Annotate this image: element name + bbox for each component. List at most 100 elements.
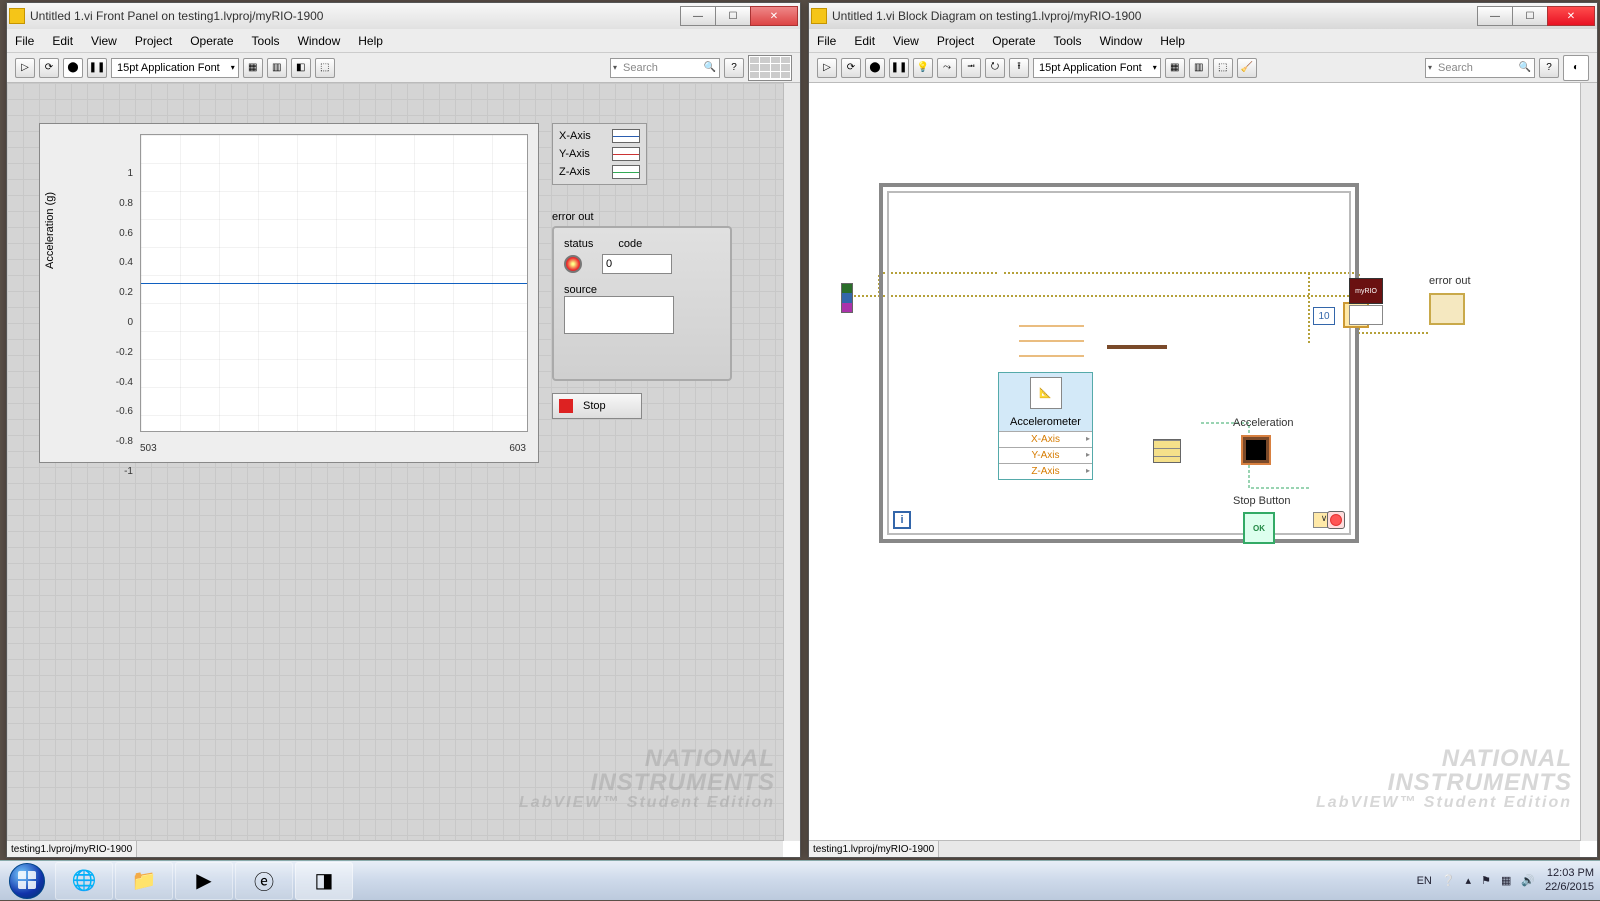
error-out-cluster[interactable]: status code source xyxy=(552,226,732,381)
retain-wire-button[interactable]: ⤳ xyxy=(937,58,957,78)
myrio-close-sub[interactable] xyxy=(1349,305,1383,325)
menu-help[interactable]: Help xyxy=(1160,34,1185,48)
loop-iteration-terminal[interactable]: i xyxy=(893,511,911,529)
font-selector[interactable]: 15pt Application Font xyxy=(111,58,239,78)
task-chrome[interactable]: 🌐 xyxy=(55,862,113,900)
waveform-chart[interactable]: Acceleration (g) 503 603 -1-0.8-0.6-0.4-… xyxy=(39,123,539,463)
block-toolbar[interactable]: ▷ ⟳ ⬤ ❚❚ 💡 ⤳ ⭲ ⭮ ⭱ 15pt Application Font… xyxy=(809,53,1597,83)
abort-button[interactable]: ⬤ xyxy=(63,58,83,78)
flag-tray-icon[interactable]: ⚑ xyxy=(1481,874,1491,887)
run-button[interactable]: ▷ xyxy=(817,58,837,78)
scrollbar-vertical[interactable] xyxy=(783,83,800,841)
align-button[interactable]: ▦ xyxy=(243,58,263,78)
while-loop[interactable]: 10 ⏱ 📐 Accelerometer X-Axis Y-Axis Z-Axi… xyxy=(879,183,1359,543)
minimize-button[interactable]: — xyxy=(1477,6,1513,26)
run-continuous-button[interactable]: ⟳ xyxy=(841,58,861,78)
block-scrollbar-h[interactable]: testing1.lvproj/myRIO-1900 xyxy=(809,840,1580,857)
front-toolbar[interactable]: ▷ ⟳ ⬤ ❚❚ 15pt Application Font ▦ ▥ ◧ ⬚ S… xyxy=(7,53,800,83)
step-out-button[interactable]: ⭱ xyxy=(1009,58,1029,78)
search-input[interactable]: Search xyxy=(610,58,720,78)
menu-file[interactable]: File xyxy=(817,34,836,48)
block-titlebar[interactable]: Untitled 1.vi Block Diagram on testing1.… xyxy=(809,3,1597,29)
close-button[interactable]: ✕ xyxy=(750,6,798,26)
menu-view[interactable]: View xyxy=(893,34,919,48)
error-out-terminal[interactable] xyxy=(1429,293,1465,325)
menu-tools[interactable]: Tools xyxy=(1054,34,1082,48)
scrollbar-vertical[interactable] xyxy=(1580,83,1597,841)
menu-window[interactable]: Window xyxy=(1100,34,1143,48)
pause-button[interactable]: ❚❚ xyxy=(87,58,107,78)
error-source-field[interactable] xyxy=(564,296,674,334)
step-over-button[interactable]: ⭮ xyxy=(985,58,1005,78)
search-input[interactable]: Search xyxy=(1425,58,1535,78)
icon-pane[interactable] xyxy=(748,55,792,81)
start-button[interactable] xyxy=(0,861,54,901)
task-media-player[interactable]: ▶ xyxy=(175,862,233,900)
loop-condition-terminal[interactable] xyxy=(1327,511,1345,529)
accelerometer-express-vi[interactable]: 📐 Accelerometer X-Axis Y-Axis Z-Axis xyxy=(998,372,1093,480)
task-ie[interactable]: ⓔ xyxy=(235,862,293,900)
network-tray-icon[interactable]: ▦ xyxy=(1501,874,1511,887)
menu-tools[interactable]: Tools xyxy=(252,34,280,48)
taskbar-clock[interactable]: 12:03 PM 22/6/2015 xyxy=(1545,867,1594,893)
help-tray-icon[interactable]: ❔ xyxy=(1442,874,1456,887)
system-tray[interactable]: EN ❔ ▴ ⚑ ▦ 🔊 12:03 PM 22/6/2015 xyxy=(1411,861,1600,900)
menu-operate[interactable]: Operate xyxy=(190,34,233,48)
front-scrollbar-h[interactable]: testing1.lvproj/myRIO-1900 xyxy=(7,840,783,857)
help-button[interactable]: ? xyxy=(724,58,744,78)
menu-window[interactable]: Window xyxy=(298,34,341,48)
maximize-button[interactable]: ☐ xyxy=(715,6,751,26)
legend-item[interactable]: Y-Axis xyxy=(556,145,643,163)
bundle-node[interactable] xyxy=(1153,439,1181,463)
front-titlebar[interactable]: Untitled 1.vi Front Panel on testing1.lv… xyxy=(7,3,800,29)
front-panel-content[interactable]: Acceleration (g) 503 603 -1-0.8-0.6-0.4-… xyxy=(7,83,800,841)
stop-button[interactable]: Stop xyxy=(552,393,642,419)
resize-button[interactable]: ◧ xyxy=(291,58,311,78)
align-button[interactable]: ▦ xyxy=(1165,58,1185,78)
myrio-close-node[interactable]: myRIO xyxy=(1349,278,1383,304)
step-into-button[interactable]: ⭲ xyxy=(961,58,981,78)
accel-term-z[interactable]: Z-Axis xyxy=(999,463,1092,479)
menu-project[interactable]: Project xyxy=(937,34,974,48)
legend-item[interactable]: X-Axis xyxy=(556,127,643,145)
chart-legend[interactable]: X-AxisY-AxisZ-Axis xyxy=(552,123,647,185)
run-continuous-button[interactable]: ⟳ xyxy=(39,58,59,78)
menu-project[interactable]: Project xyxy=(135,34,172,48)
menu-view[interactable]: View xyxy=(91,34,117,48)
menu-edit[interactable]: Edit xyxy=(854,34,875,48)
highlight-exec-button[interactable]: 💡 xyxy=(913,58,933,78)
reorder-button[interactable]: ⬚ xyxy=(1213,58,1233,78)
tray-up-icon[interactable]: ▴ xyxy=(1466,874,1472,887)
run-button[interactable]: ▷ xyxy=(15,58,35,78)
menu-operate[interactable]: Operate xyxy=(992,34,1035,48)
font-selector[interactable]: 15pt Application Font xyxy=(1033,58,1161,78)
error-code-field[interactable] xyxy=(602,254,672,274)
menu-edit[interactable]: Edit xyxy=(52,34,73,48)
bd-canvas[interactable]: 10 ⏱ 📐 Accelerometer X-Axis Y-Axis Z-Axi… xyxy=(809,83,1597,841)
menu-file[interactable]: File xyxy=(15,34,34,48)
front-menubar[interactable]: File Edit View Project Operate Tools Window Hel… xyxy=(7,29,800,53)
acceleration-graph-terminal[interactable] xyxy=(1241,435,1271,465)
abort-button[interactable]: ⬤ xyxy=(865,58,885,78)
pause-button[interactable]: ❚❚ xyxy=(889,58,909,78)
help-button[interactable]: ? xyxy=(1539,58,1559,78)
minimize-button[interactable]: — xyxy=(680,6,716,26)
numeric-constant-10[interactable]: 10 xyxy=(1313,307,1335,325)
windows-taskbar[interactable]: 🌐 📁 ▶ ⓔ ◨ EN ❔ ▴ ⚑ ▦ 🔊 12:03 PM 22/6/201… xyxy=(0,860,1600,900)
distribute-button[interactable]: ▥ xyxy=(267,58,287,78)
volume-tray-icon[interactable]: 🔊 xyxy=(1521,874,1535,887)
icon-pane[interactable]: ◐ xyxy=(1563,55,1589,81)
close-button[interactable]: ✕ xyxy=(1547,6,1595,26)
maximize-button[interactable]: ☐ xyxy=(1512,6,1548,26)
distribute-button[interactable]: ▥ xyxy=(1189,58,1209,78)
task-labview[interactable]: ◨ xyxy=(295,862,353,900)
block-menubar[interactable]: File Edit View Project Operate Tools Window Hel… xyxy=(809,29,1597,53)
stop-button-terminal[interactable]: OK xyxy=(1243,512,1275,544)
reorder-button[interactable]: ⬚ xyxy=(315,58,335,78)
accel-term-y[interactable]: Y-Axis xyxy=(999,447,1092,463)
language-indicator[interactable]: EN xyxy=(1417,875,1432,887)
task-explorer[interactable]: 📁 xyxy=(115,862,173,900)
accel-term-x[interactable]: X-Axis xyxy=(999,431,1092,447)
cleanup-button[interactable]: 🧹 xyxy=(1237,58,1257,78)
menu-help[interactable]: Help xyxy=(358,34,383,48)
